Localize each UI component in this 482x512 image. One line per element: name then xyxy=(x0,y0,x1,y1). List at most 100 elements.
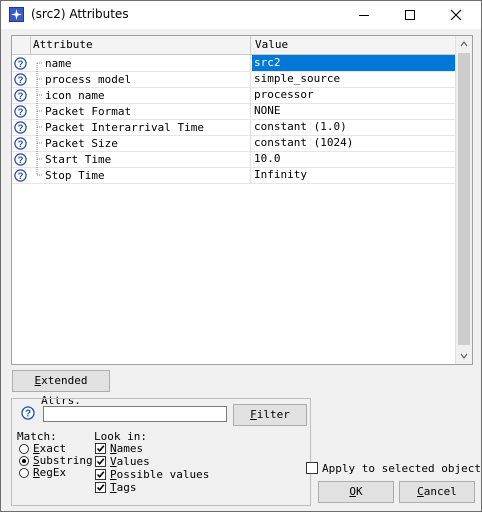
option-text: egEx xyxy=(39,466,67,479)
svg-text:?: ? xyxy=(18,123,24,134)
option-text: ags xyxy=(116,481,137,494)
match-option-label[interactable]: RegEx xyxy=(33,466,66,479)
mnemonic: P xyxy=(110,468,117,481)
tree-connector xyxy=(36,62,43,71)
column-divider xyxy=(30,36,31,54)
table-row[interactable]: ? Packet Size constant (1024) xyxy=(12,135,456,152)
tree-connector xyxy=(36,119,43,135)
attribute-value[interactable]: processor xyxy=(252,87,455,103)
scroll-down-button[interactable] xyxy=(456,348,472,364)
table-row[interactable]: ? Packet Interarrival Time constant (1.0) xyxy=(12,119,456,136)
option-text: ossible values xyxy=(116,468,210,481)
look-in-option-label[interactable]: Names xyxy=(110,442,143,455)
attribute-name: icon name xyxy=(45,89,105,102)
attribute-name: Packet Format xyxy=(45,105,132,118)
cancel-label: ancel xyxy=(423,485,457,498)
help-icon[interactable]: ? xyxy=(14,169,27,182)
option-text: alues xyxy=(116,455,150,468)
attribute-value[interactable]: 10.0 xyxy=(252,151,455,167)
column-divider xyxy=(250,167,251,183)
attribute-name: process model xyxy=(45,73,132,86)
table-row[interactable]: ? Stop Time Infinity xyxy=(12,167,456,184)
close-icon xyxy=(450,9,462,21)
extended-attrs-button[interactable]: Extended Attrs. xyxy=(12,370,110,407)
svg-text:?: ? xyxy=(18,75,24,86)
vertical-scrollbar[interactable] xyxy=(455,36,472,364)
mnemonic: V xyxy=(110,455,117,468)
attribute-value[interactable]: constant (1.0) xyxy=(252,119,455,135)
table-row[interactable]: ? name src2 xyxy=(12,55,456,72)
tree-connector xyxy=(36,151,43,167)
close-button[interactable] xyxy=(433,1,479,29)
svg-text:?: ? xyxy=(18,59,24,70)
cancel-button[interactable]: Cancel xyxy=(399,481,475,503)
filter-label: ilter xyxy=(256,408,290,421)
column-divider[interactable] xyxy=(250,36,251,54)
help-icon[interactable]: ? xyxy=(14,73,27,86)
tree-connector xyxy=(36,135,43,151)
minimize-button[interactable] xyxy=(341,1,387,29)
attribute-value[interactable]: Infinity xyxy=(252,167,455,183)
column-divider xyxy=(250,151,251,167)
ok-label: K xyxy=(356,485,363,498)
apply-to-selected-label[interactable]: Apply to selected objects xyxy=(322,462,482,475)
maximize-button[interactable] xyxy=(387,1,433,29)
svg-text:?: ? xyxy=(18,91,24,102)
table-row[interactable]: ? Packet Format NONE xyxy=(12,103,456,120)
ok-mnemonic: O xyxy=(349,485,356,498)
column-divider xyxy=(250,135,251,151)
attribute-name: Packet Size xyxy=(45,137,118,150)
filter-button[interactable]: Filter xyxy=(233,404,307,426)
look-in-option-label[interactable]: Tags xyxy=(110,481,137,494)
attribute-name: Packet Interarrival Time xyxy=(45,121,204,134)
attribute-value[interactable]: src2 xyxy=(252,55,455,71)
help-icon[interactable]: ? xyxy=(14,137,27,150)
look-in-checkbox[interactable] xyxy=(95,482,106,493)
help-icon[interactable]: ? xyxy=(14,153,27,166)
attribute-name: Stop Time xyxy=(45,169,105,182)
help-icon[interactable]: ? xyxy=(14,89,27,102)
attribute-value[interactable]: simple_source xyxy=(252,71,455,87)
look-in-checkbox[interactable] xyxy=(95,469,106,480)
help-icon[interactable]: ? xyxy=(21,406,35,420)
apply-to-selected-checkbox[interactable] xyxy=(306,462,318,474)
help-icon[interactable]: ? xyxy=(14,105,27,118)
look-in-checkbox[interactable] xyxy=(95,456,106,467)
tree-connector xyxy=(36,103,43,119)
match-radio[interactable] xyxy=(19,444,29,454)
tree-connector xyxy=(36,71,43,87)
mnemonic: N xyxy=(110,442,117,455)
attribute-value[interactable]: NONE xyxy=(252,103,455,119)
minimize-icon xyxy=(359,15,369,16)
chevron-down-icon xyxy=(460,353,468,359)
column-divider xyxy=(250,103,251,119)
help-icon[interactable]: ? xyxy=(14,57,27,70)
svg-text:?: ? xyxy=(25,409,31,420)
scroll-up-button[interactable] xyxy=(456,36,472,52)
svg-text:?: ? xyxy=(18,107,24,118)
help-icon[interactable]: ? xyxy=(14,121,27,134)
checkmark-icon xyxy=(96,471,105,479)
ok-button[interactable]: OK xyxy=(318,481,394,503)
mnemonic: T xyxy=(110,481,117,494)
column-divider xyxy=(250,119,251,135)
match-radio[interactable] xyxy=(19,456,29,466)
scroll-thumb[interactable] xyxy=(458,53,470,345)
column-header-attribute[interactable]: Attribute xyxy=(33,38,93,51)
title-bar[interactable]: (src2) Attributes xyxy=(1,1,481,29)
look-in-checkbox[interactable] xyxy=(95,443,106,454)
table-row[interactable]: ? icon name processor xyxy=(12,87,456,104)
column-divider xyxy=(250,87,251,103)
option-text: ames xyxy=(116,442,144,455)
attributes-dialog: (src2) Attributes Attribute Value ? name s… xyxy=(0,0,482,512)
attribute-value[interactable]: constant (1024) xyxy=(252,135,455,151)
table-row[interactable]: ? Start Time 10.0 xyxy=(12,151,456,168)
look-in-option-label[interactable]: Possible values xyxy=(110,468,209,481)
column-header-value[interactable]: Value xyxy=(255,38,288,51)
table-row[interactable]: ? process model simple_source xyxy=(12,71,456,88)
match-radio[interactable] xyxy=(19,468,29,478)
checkmark-icon xyxy=(96,484,105,492)
tree-connector xyxy=(36,167,43,176)
filter-search-input[interactable] xyxy=(43,406,227,422)
look-in-option-label[interactable]: Values xyxy=(110,455,150,468)
